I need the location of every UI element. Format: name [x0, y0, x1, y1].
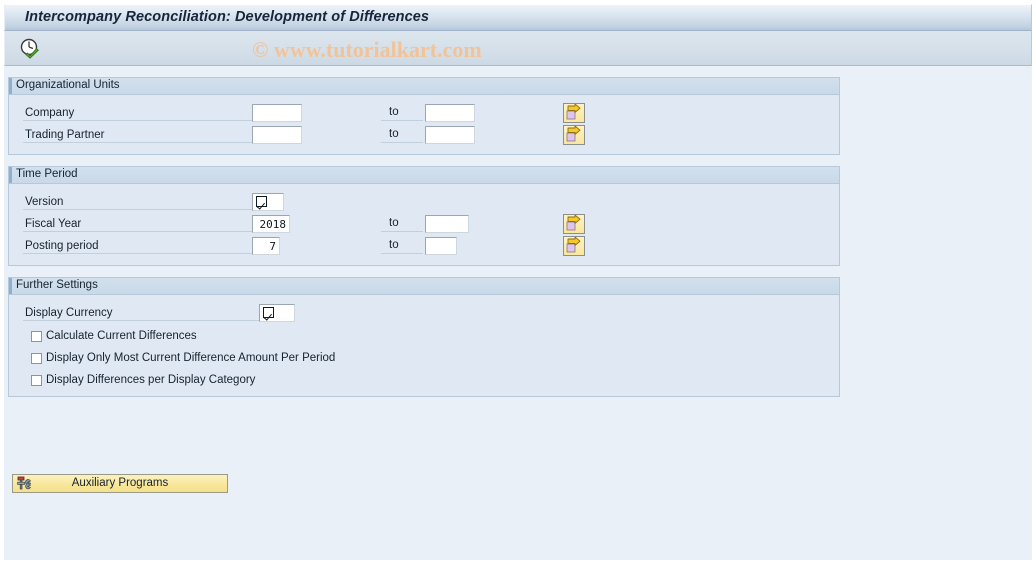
- group-title-further-settings: Further Settings: [16, 279, 98, 291]
- trading-partner-multi-selection-button[interactable]: [563, 125, 585, 145]
- checkbox-label: Calculate Current Differences: [46, 330, 197, 342]
- application-toolbar: © www.tutorialkart.com: [4, 31, 1032, 66]
- label-display-currency: Display Currency: [25, 307, 113, 319]
- checkbox-display-differences-per-display-category[interactable]: Display Differences per Display Category: [31, 374, 255, 387]
- version-input[interactable]: [252, 193, 284, 211]
- to-label-fiscal-year: to: [389, 217, 399, 229]
- checkbox-label: Display Only Most Current Difference Amo…: [46, 352, 336, 364]
- checkbox-box-icon[interactable]: [31, 331, 42, 342]
- fiscal-year-multi-selection-button[interactable]: [563, 214, 585, 234]
- group-accent-bar: [9, 78, 12, 94]
- auxiliary-programs-label: Auxiliary Programs: [71, 477, 169, 489]
- window-title-bar: Intercompany Reconciliation: Development…: [4, 4, 1032, 31]
- group-accent-bar: [9, 167, 12, 183]
- row-rule: [23, 320, 259, 321]
- row-rule: [23, 253, 252, 254]
- display-currency-input[interactable]: [259, 304, 295, 322]
- posting-period-multi-selection-button[interactable]: [563, 236, 585, 256]
- checkbox-calculate-current-differences[interactable]: Calculate Current Differences: [31, 330, 197, 343]
- checkbox-box-icon[interactable]: [31, 375, 42, 386]
- row-rule-to: [381, 231, 423, 232]
- posting-period-to-input[interactable]: [425, 237, 457, 255]
- to-label-trading-partner: to: [389, 128, 399, 140]
- row-rule: [23, 120, 252, 121]
- row-rule: [23, 231, 252, 232]
- to-label-posting-period: to: [389, 239, 399, 251]
- posting-period-input[interactable]: [252, 237, 280, 255]
- group-header-time-period: Time Period: [9, 167, 839, 184]
- checkbox-label: Display Differences per Display Category: [46, 374, 256, 386]
- row-rule: [23, 209, 252, 210]
- page-title: Intercompany Reconciliation: Development…: [25, 9, 430, 25]
- group-organizational-units: Organizational Units Company to Trading …: [8, 77, 840, 155]
- sap-gui-window: Intercompany Reconciliation: Development…: [0, 0, 1036, 564]
- row-rule-to: [381, 142, 423, 143]
- clock-check-icon[interactable]: [18, 37, 42, 60]
- label-version: Version: [25, 196, 64, 208]
- checkbox-display-only-most-current-difference[interactable]: Display Only Most Current Difference Amo…: [31, 352, 335, 365]
- auxiliary-programs-button[interactable]: Auxiliary Programs: [12, 474, 228, 493]
- label-company: Company: [25, 107, 75, 119]
- label-posting-period: Posting period: [25, 240, 99, 252]
- group-title-organizational-units: Organizational Units: [16, 79, 120, 91]
- to-label-company: to: [389, 106, 399, 118]
- company-to-input[interactable]: [425, 104, 475, 122]
- trading-partner-input[interactable]: [252, 126, 302, 144]
- company-multi-selection-button[interactable]: [563, 103, 585, 123]
- selection-screen-canvas: Organizational Units Company to Trading …: [4, 66, 1032, 560]
- label-trading-partner: Trading Partner: [25, 129, 105, 141]
- group-time-period: Time Period Version Fiscal Year to: [8, 166, 840, 266]
- checkbox-box-icon[interactable]: [31, 353, 42, 364]
- row-rule-to: [381, 253, 423, 254]
- fiscal-year-to-input[interactable]: [425, 215, 469, 233]
- row-rule: [23, 142, 252, 143]
- watermark-text: © www.tutorialkart.com: [252, 37, 482, 62]
- label-fiscal-year: Fiscal Year: [25, 218, 82, 230]
- group-header-further-settings: Further Settings: [9, 278, 839, 295]
- trading-partner-to-input[interactable]: [425, 126, 475, 144]
- fiscal-year-input[interactable]: [252, 215, 290, 233]
- group-title-time-period: Time Period: [16, 168, 78, 180]
- row-rule-to: [381, 120, 423, 121]
- group-further-settings: Further Settings Display Currency Calcul…: [8, 277, 840, 397]
- company-input[interactable]: [252, 104, 302, 122]
- group-accent-bar: [9, 278, 12, 294]
- group-header-organizational-units: Organizational Units: [9, 78, 839, 95]
